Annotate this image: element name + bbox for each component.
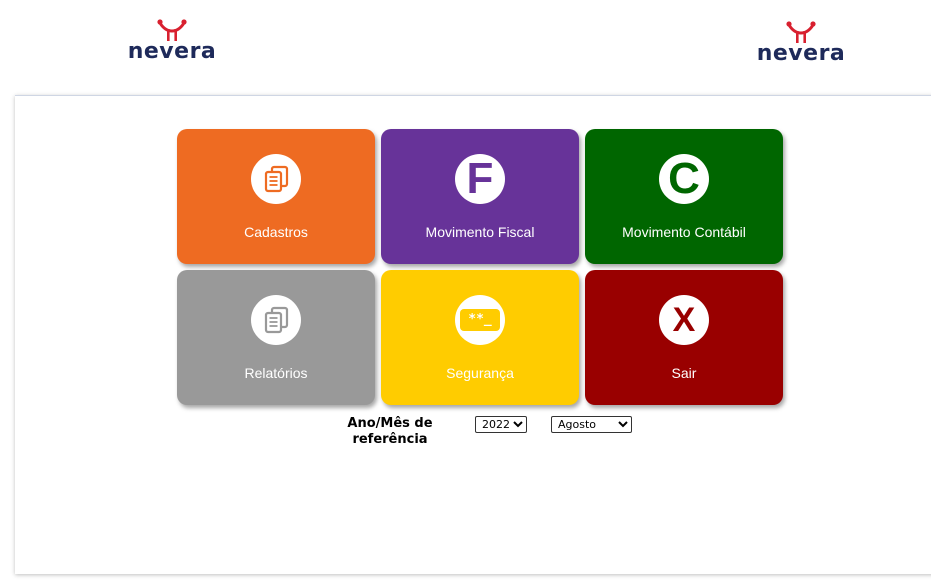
- tile-sair[interactable]: X Sair: [585, 270, 783, 405]
- tile-seguranca[interactable]: **_ Segurança: [381, 270, 579, 405]
- tile-label: Movimento Contábil: [622, 224, 746, 240]
- tile-movimento-contabil[interactable]: C Movimento Contábil: [585, 129, 783, 264]
- tile-label: Cadastros: [244, 224, 308, 240]
- letter-f-icon: F: [455, 154, 505, 204]
- nevera-logo-right: nevera: [755, 20, 847, 66]
- tile-relatorios[interactable]: Relatórios: [177, 270, 375, 405]
- month-select[interactable]: Agosto: [551, 416, 632, 433]
- close-icon: X: [659, 295, 709, 345]
- tile-label: Sair: [671, 365, 697, 381]
- letter-c-icon: C: [659, 154, 709, 204]
- nevera-logo-left: nevera: [124, 18, 220, 64]
- tile-label: Relatórios: [244, 365, 308, 381]
- password-icon: **_: [455, 295, 505, 345]
- tile-cadastros[interactable]: Cadastros: [177, 129, 375, 264]
- tile-label: Segurança: [446, 365, 514, 381]
- year-select[interactable]: 2022: [475, 416, 527, 433]
- tile-movimento-fiscal[interactable]: F Movimento Fiscal: [381, 129, 579, 264]
- tile-label: Movimento Fiscal: [425, 224, 535, 240]
- documents-icon: [251, 154, 301, 204]
- logo-wordmark: nevera: [756, 41, 846, 66]
- reference-period-label: Ano/Mês de referência: [347, 416, 433, 447]
- documents-icon: [251, 295, 301, 345]
- logo-wordmark: nevera: [127, 39, 217, 64]
